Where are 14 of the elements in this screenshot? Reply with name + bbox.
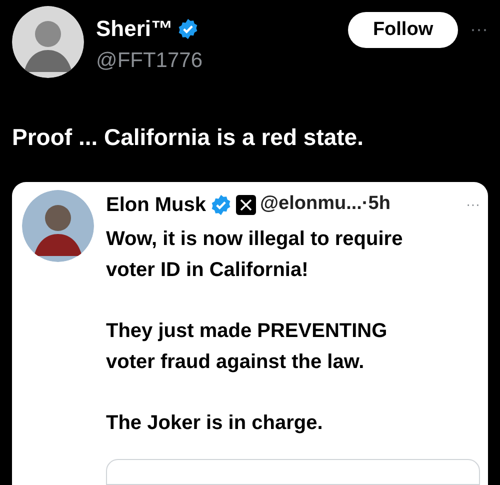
avatar-icon[interactable] xyxy=(22,190,94,262)
x-logo-icon xyxy=(236,194,256,214)
avatar-icon[interactable] xyxy=(12,6,84,78)
author-handle[interactable]: @FFT1776 xyxy=(96,45,336,76)
quoted-author-name[interactable]: Elon Musk xyxy=(106,190,206,220)
author-name[interactable]: Sheri™ xyxy=(96,12,174,45)
quoted-post-card[interactable]: Elon Musk @elonmu...·5h ··· Wow, it is now illegal to require voter ID in California! They just made PREVENTING voter fraud against the law. The Joker is in charge. xyxy=(12,182,488,485)
quoted-paragraph: Wow, it is now illegal to require voter ID in California! xyxy=(106,226,404,282)
more-icon[interactable]: ··· xyxy=(470,16,488,43)
follow-button[interactable]: Follow xyxy=(348,12,458,48)
quoted-meta: @elonmu...·5h xyxy=(260,192,390,216)
post-text: Proof ... California is a red state. xyxy=(11,123,364,152)
quoted-paragraph: They just made PREVENTING voter fraud against the law. xyxy=(106,318,388,374)
quoted-paragraph: The Joker is in charge. xyxy=(106,410,324,436)
